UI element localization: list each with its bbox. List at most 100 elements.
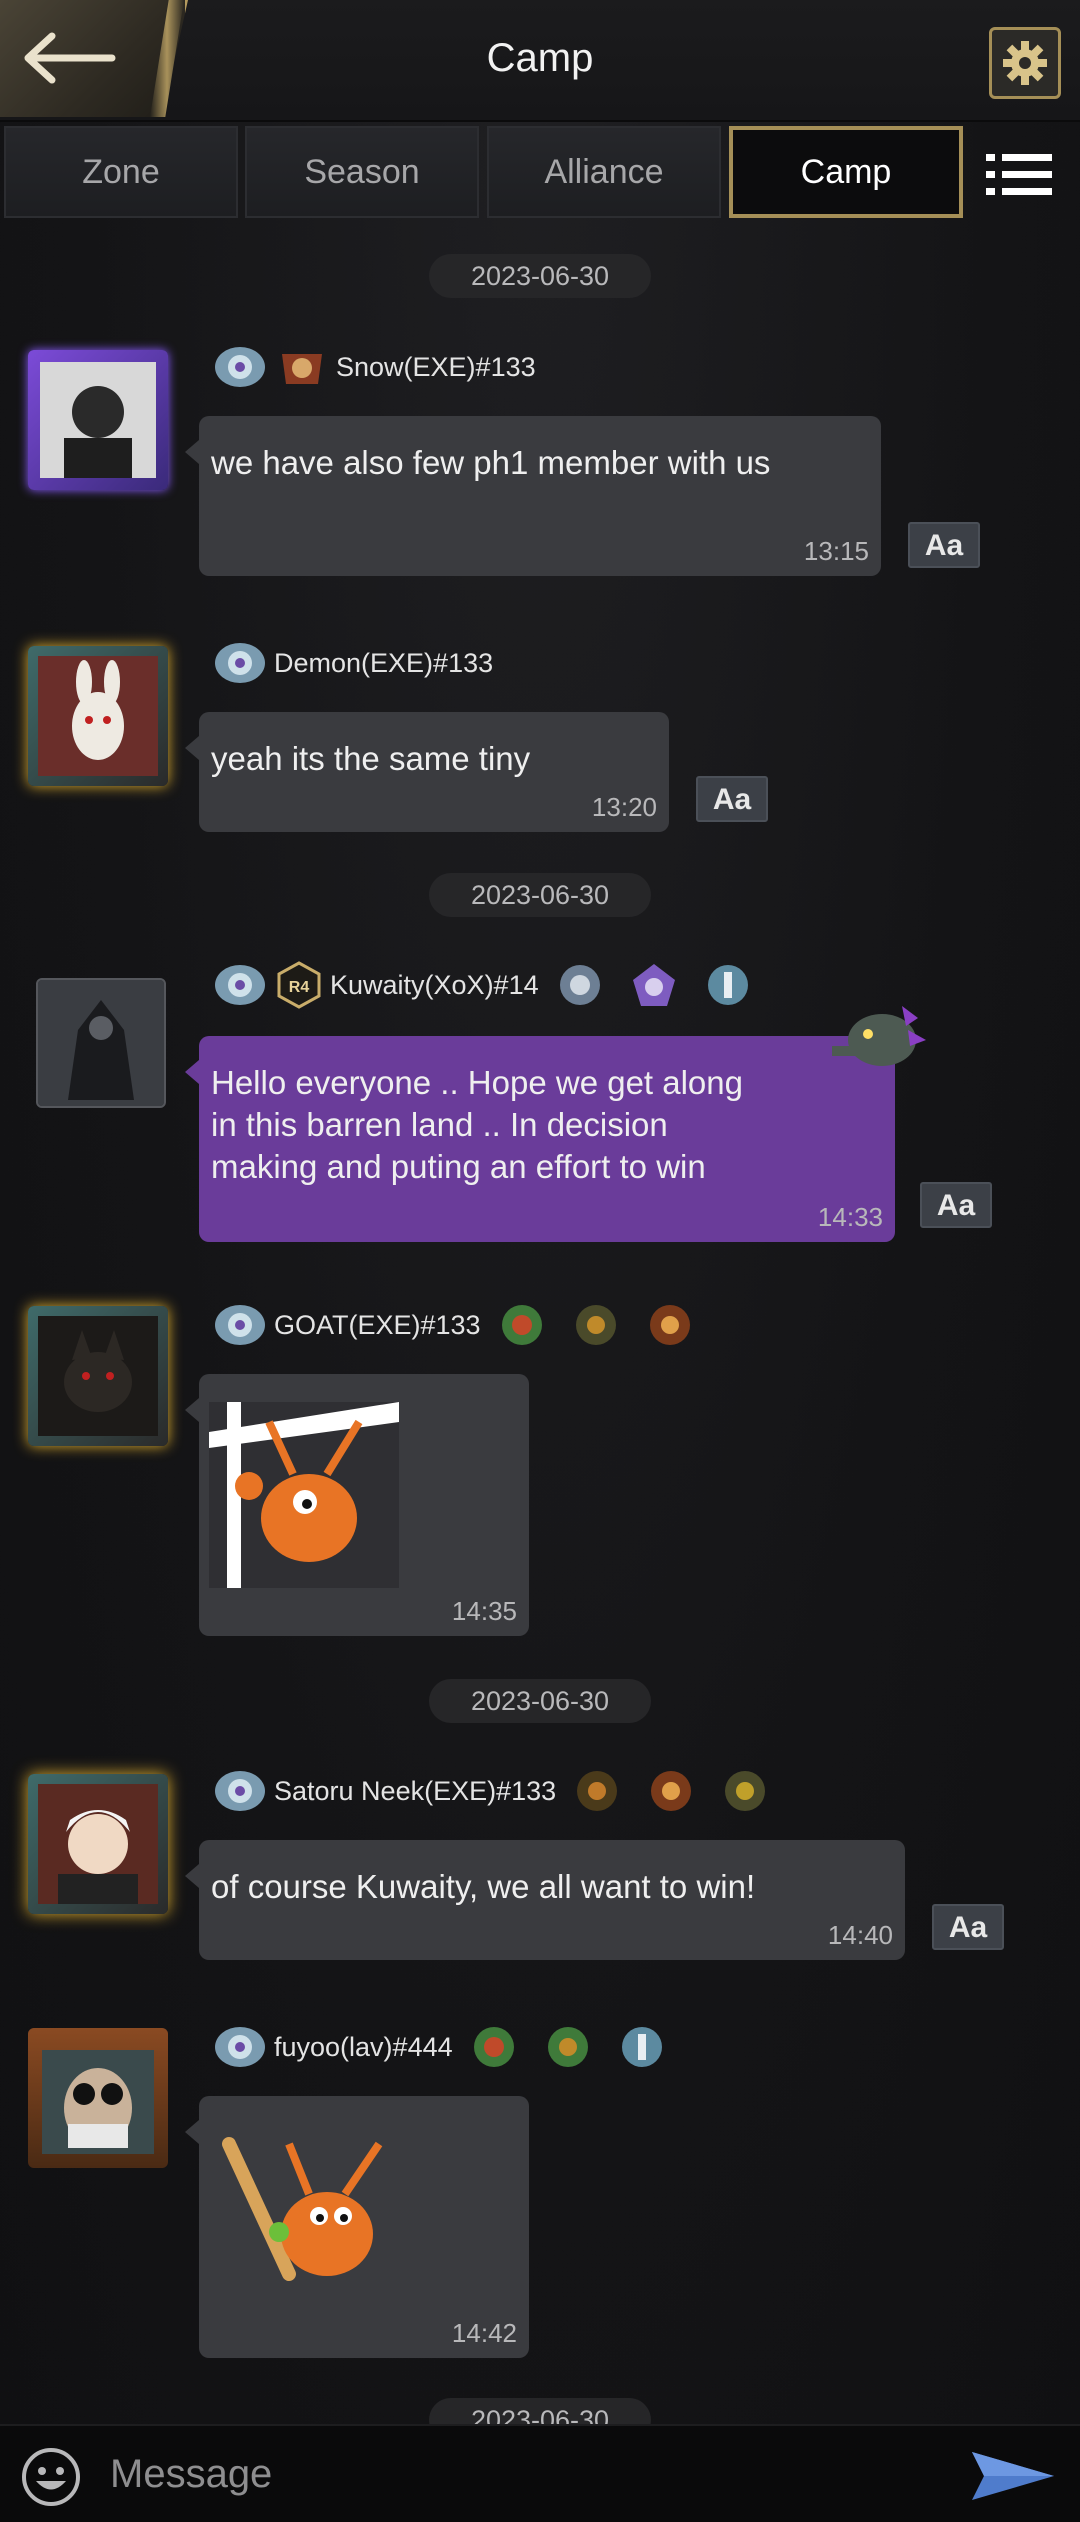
- avatar-image: [38, 1784, 158, 1904]
- sender-name[interactable]: Demon(EXE)#133: [274, 648, 493, 679]
- bubble-tail: [185, 1398, 199, 1422]
- message-input-bar: [0, 2424, 1080, 2522]
- message-bubble[interactable]: we have also few ph1 member with us 13:1…: [185, 416, 881, 576]
- emoji-icon[interactable]: [20, 2446, 82, 2508]
- message-text: yeah its the same tiny: [211, 740, 531, 777]
- sender-row: fuyoo(lav)#444: [212, 2020, 691, 2074]
- avatar-image: [42, 2050, 154, 2154]
- send-icon[interactable]: [970, 2448, 1056, 2504]
- sender-row: Demon(EXE)#133: [212, 636, 509, 690]
- message-bubble[interactable]: yeah its the same tiny 13:20: [185, 712, 669, 832]
- emblem-badge-icon: [215, 643, 265, 683]
- message-text: of course Kuwaity, we all want to win!: [211, 1868, 756, 1905]
- tab-alliance[interactable]: Alliance: [487, 126, 721, 218]
- message-time: 13:20: [591, 792, 657, 822]
- guild-badge-icon: [282, 354, 322, 384]
- emblem-badge-icon: [215, 1771, 265, 1811]
- channel-tabs: Zone Season Alliance Camp: [0, 120, 1080, 226]
- translate-icon-small: a: [970, 1911, 988, 1944]
- medal-icon: [559, 965, 600, 1005]
- message-time: 14:35: [451, 1596, 517, 1626]
- medal-icon: [547, 2027, 588, 2067]
- tab-season[interactable]: Season: [245, 126, 479, 218]
- message-text: Hello everyone .. Hope we get along in t…: [211, 1064, 743, 1185]
- date-separator: 2023-06-30: [429, 254, 651, 298]
- translate-icon-big: A: [712, 783, 735, 816]
- menu-button[interactable]: [986, 150, 1052, 200]
- message-bubble[interactable]: of course Kuwaity, we all want to win! 1…: [185, 1840, 905, 1960]
- medal-icon: [725, 1771, 766, 1811]
- sender-name[interactable]: Snow(EXE)#133: [336, 352, 536, 383]
- ant-sticker-icon: [209, 1402, 399, 1588]
- header-bar: Camp: [0, 0, 1080, 122]
- avatar[interactable]: [28, 350, 168, 490]
- settings-button[interactable]: [989, 27, 1061, 99]
- message-time: 14:33: [817, 1202, 883, 1232]
- date-separator: 2023-06-30: [429, 1679, 651, 1723]
- bubble-tail: [185, 1060, 199, 1084]
- rank-badge-icon: R4: [277, 961, 321, 1009]
- message-time: 14:42: [451, 2318, 517, 2348]
- avatar[interactable]: [28, 2028, 168, 2168]
- medal-icon: [575, 1305, 616, 1345]
- translate-button[interactable]: Aa: [908, 522, 980, 568]
- page-title: Camp: [486, 36, 594, 80]
- bubble-tail: [185, 1864, 199, 1888]
- avatar[interactable]: [36, 978, 166, 1108]
- sticker-bubble[interactable]: 14:42: [185, 2096, 529, 2358]
- medal-icon: [707, 965, 748, 1005]
- sender-row: Snow(EXE)#133: [212, 340, 552, 394]
- bubble-tail: [185, 736, 199, 760]
- message-text: we have also few ph1 member with us: [211, 444, 771, 481]
- bubble-frame-creature-icon: [832, 1006, 926, 1066]
- translate-icon-big: A: [924, 529, 947, 562]
- ant-bat-sticker-icon: [209, 2124, 399, 2310]
- sender-name[interactable]: Kuwaity(XoX)#14: [330, 970, 539, 1001]
- translate-button[interactable]: Aa: [920, 1182, 992, 1228]
- translate-icon-small: a: [958, 1189, 976, 1222]
- translate-button[interactable]: Aa: [696, 776, 768, 822]
- emblem-badge-icon: [215, 347, 265, 387]
- medal-icon: [621, 2027, 662, 2067]
- tab-zone[interactable]: Zone: [4, 126, 238, 218]
- list-menu-icon: [986, 154, 1052, 195]
- message-time: 14:40: [827, 1920, 893, 1950]
- message-input[interactable]: [108, 2440, 952, 2508]
- sticker-bubble[interactable]: 14:35: [185, 1374, 529, 1636]
- avatar[interactable]: [28, 1306, 168, 1446]
- avatar[interactable]: [28, 646, 168, 786]
- avatar-image: [38, 656, 158, 776]
- translate-icon-small: a: [734, 783, 752, 816]
- medal-icon: [651, 1771, 692, 1811]
- emblem-badge-icon: [215, 2027, 265, 2067]
- sender-row: Satoru Neek(EXE)#133: [212, 1764, 794, 1818]
- translate-icon-small: a: [946, 529, 964, 562]
- tab-camp[interactable]: Camp: [729, 126, 963, 218]
- avatar-image: [38, 1316, 158, 1436]
- avatar[interactable]: [28, 1774, 168, 1914]
- translate-icon-big: A: [936, 1189, 959, 1222]
- message-bubble-own[interactable]: Hello everyone .. Hope we get along in t…: [185, 1036, 895, 1242]
- bubble-tail: [185, 2120, 199, 2144]
- emblem-badge-icon: [215, 965, 265, 1005]
- avatar-image: [38, 980, 164, 1106]
- translate-button[interactable]: Aa: [932, 1904, 1004, 1950]
- medal-icon: [577, 1771, 618, 1811]
- medal-icon: [649, 1305, 690, 1345]
- emblem-badge-icon: [215, 1305, 265, 1345]
- medal-icon: [473, 2027, 514, 2067]
- sender-name[interactable]: fuyoo(lav)#444: [274, 2032, 453, 2063]
- message-time: 13:15: [803, 536, 869, 566]
- medal-icon: [501, 1305, 542, 1345]
- translate-icon-big: A: [948, 1911, 971, 1944]
- sender-row: R4 Kuwaity(XoX)#14: [212, 958, 777, 1012]
- date-separator: 2023-06-30: [429, 873, 651, 917]
- medal-icon: [632, 964, 675, 1006]
- sender-row: GOAT(EXE)#133: [212, 1298, 719, 1352]
- sender-name[interactable]: GOAT(EXE)#133: [274, 1310, 481, 1341]
- rank-label: R4: [289, 979, 310, 996]
- gear-icon: [1003, 41, 1047, 85]
- avatar-image: [40, 362, 156, 478]
- bubble-tail: [185, 440, 199, 464]
- sender-name[interactable]: Satoru Neek(EXE)#133: [274, 1776, 556, 1807]
